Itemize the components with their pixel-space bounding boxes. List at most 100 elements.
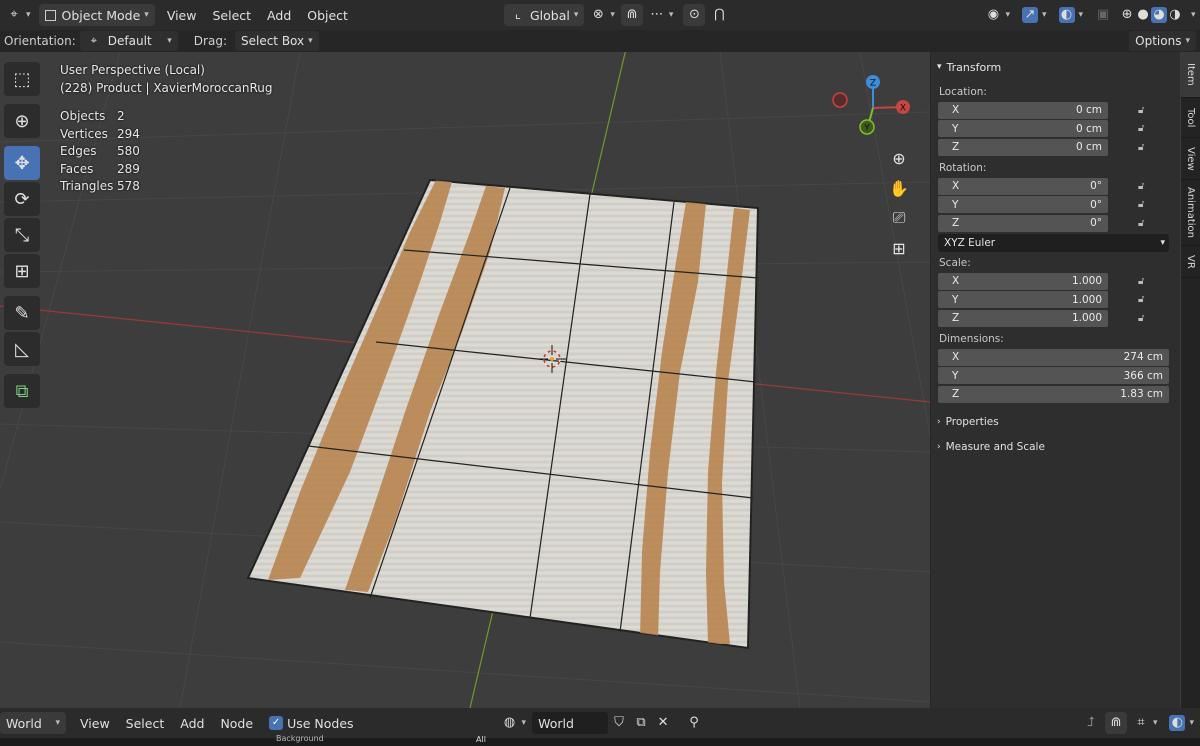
properties-section[interactable]: › Properties <box>931 411 1180 433</box>
scale-y-field[interactable]: Y 1.000 <box>938 291 1108 308</box>
transform-tool[interactable]: ⊞ <box>4 254 40 288</box>
proportional-edit-toggle[interactable]: ⊙ <box>683 4 706 26</box>
use-nodes-checkbox[interactable]: ✓ Use Nodes <box>263 712 359 734</box>
visibility-dropdown[interactable]: ◉ ▾ <box>979 4 1016 26</box>
sidebar-tabs: Item Tool View Animation VR <box>1181 52 1200 708</box>
snap-target-dropdown[interactable]: ⋯ ▾ <box>643 4 680 26</box>
header-bar: ⌖ ▾ Object Mode ▾ View Select Add Object … <box>0 0 1200 30</box>
xray-toggle[interactable]: ▣ <box>1089 4 1117 26</box>
shader-type-dropdown[interactable]: World ▾ <box>0 712 66 734</box>
node-editor-strip: Background All <box>0 734 1200 746</box>
dimensions-z-field[interactable]: Z 1.83 cm <box>938 385 1169 403</box>
tab-tool[interactable]: Tool <box>1181 98 1200 138</box>
menu-view[interactable]: View <box>74 712 116 734</box>
lock-icon[interactable]: 🔓︎ <box>1138 142 1152 153</box>
menu-view[interactable]: View <box>161 4 203 26</box>
shading-options-dropdown[interactable]: ▾ <box>1185 4 1198 26</box>
editor-type-button[interactable]: ⌖ ▾ <box>0 4 37 26</box>
shading-modes[interactable]: ⊕ ● ◕ ◑ <box>1117 4 1185 26</box>
world-name-field[interactable]: World <box>532 712 609 734</box>
lock-icon[interactable]: 🔓︎ <box>1138 313 1152 324</box>
falloff-dropdown[interactable]: ⋂ <box>705 4 733 26</box>
scale-tool[interactable]: ⤡ <box>4 218 40 252</box>
add-cube-tool[interactable]: ⧉ <box>4 374 40 408</box>
menu-node[interactable]: Node <box>214 712 259 734</box>
scale-x-field[interactable]: X 1.000 <box>938 272 1108 290</box>
transform-orientation-dropdown[interactable]: ⌞ Global ▾ <box>503 4 585 26</box>
annotate-tool[interactable]: ✎ <box>4 296 40 330</box>
wireframe-shading-icon[interactable]: ⊕ <box>1119 7 1135 23</box>
pan-hand-icon[interactable]: ✋ <box>885 174 913 202</box>
tab-vr[interactable]: VR <box>1181 246 1200 278</box>
cursor-tool[interactable]: ⊕ <box>4 104 40 138</box>
duplicate-button[interactable]: ⧉ <box>630 712 652 734</box>
chevron-down-icon: ▾ <box>521 718 527 728</box>
rotation-mode-dropdown[interactable]: XYZ Euler ▾ <box>938 234 1169 252</box>
orientation-dropdown[interactable]: ⌖ Default ▾ <box>79 31 178 51</box>
lock-icon[interactable]: 🔓︎ <box>1138 218 1152 229</box>
chevron-down-icon: ▾ <box>937 62 942 72</box>
chevron-right-icon: › <box>937 442 941 452</box>
transform-header[interactable]: ▾ Transform <box>931 56 1180 78</box>
lock-icon[interactable]: 🔓︎ <box>1138 294 1152 305</box>
snap-target-dropdown[interactable]: ⌗ ▾ <box>1127 712 1164 734</box>
gizmo-toggle[interactable]: ↗ ▾ <box>1016 4 1053 26</box>
material-shading-icon[interactable]: ◕ <box>1151 7 1168 23</box>
solid-shading-icon[interactable]: ● <box>1135 7 1151 23</box>
background-node-label: Background <box>276 734 324 743</box>
select-box-tool[interactable]: ⬚ <box>4 62 40 96</box>
tab-view[interactable]: View <box>1181 138 1200 180</box>
tab-animation[interactable]: Animation <box>1181 180 1200 246</box>
pivot-point-dropdown[interactable]: ⊗ ▾ <box>584 4 621 26</box>
options-dropdown[interactable]: Options ▾ <box>1129 31 1196 51</box>
overlays-toggle[interactable]: ◐ ▾ <box>1053 4 1090 26</box>
view-name: User Perspective (Local) <box>60 63 205 77</box>
location-z-field[interactable]: Z 0 cm <box>938 138 1108 156</box>
axis-label: X <box>952 180 960 192</box>
menu-select[interactable]: Select <box>206 4 257 26</box>
field-value: 1.000 <box>1071 275 1102 287</box>
lock-icon[interactable]: 🔓︎ <box>1138 276 1152 287</box>
menu-select[interactable]: Select <box>120 712 171 734</box>
zoom-icon[interactable]: ⊕ <box>885 144 913 172</box>
rotate-tool[interactable]: ⟳ <box>4 182 40 216</box>
rotation-z-field[interactable]: Z 0° <box>938 214 1108 232</box>
snap-toggle[interactable]: ⋒ <box>620 4 643 26</box>
dimensions-x-field[interactable]: X 274 cm <box>938 348 1169 366</box>
tab-item[interactable]: Item <box>1181 52 1200 98</box>
lock-icon[interactable]: 🔓︎ <box>1138 199 1152 210</box>
lock-icon[interactable]: 🔓︎ <box>1138 123 1152 134</box>
rotation-y-field[interactable]: Y 0° <box>938 196 1108 213</box>
perspective-grid-icon[interactable]: ⊞ <box>885 234 913 262</box>
location-x-field[interactable]: X 0 cm <box>938 101 1108 119</box>
field-value: 0 cm <box>1075 141 1102 153</box>
scale-label: Scale: <box>939 257 971 269</box>
measure-tool[interactable]: ◺ <box>4 332 40 366</box>
dimensions-y-field[interactable]: Y 366 cm <box>938 367 1169 384</box>
drag-dropdown[interactable]: Select Box ▾ <box>234 31 319 51</box>
location-y-row: Y 0 cm 🔓︎ <box>931 120 1180 138</box>
rotation-x-field[interactable]: X 0° <box>938 177 1108 195</box>
fake-user-button[interactable]: ⛉ <box>608 712 630 734</box>
stat-row-faces: Faces 289 <box>60 161 273 179</box>
lock-icon[interactable]: 🔓︎ <box>1138 105 1152 116</box>
menu-object[interactable]: Object <box>301 4 354 26</box>
location-y-field[interactable]: Y 0 cm <box>938 120 1108 137</box>
rendered-shading-icon[interactable]: ◑ <box>1167 7 1183 23</box>
unlink-button[interactable]: ✕ <box>652 712 674 734</box>
lock-icon[interactable]: 🔓︎ <box>1138 181 1152 192</box>
menu-add[interactable]: Add <box>261 4 297 26</box>
scale-z-field[interactable]: Z 1.000 <box>938 309 1108 327</box>
camera-view-icon[interactable]: ⎚ <box>885 204 913 232</box>
mode-dropdown[interactable]: Object Mode ▾ <box>38 4 155 26</box>
stat-row-triangles: Triangles 578 <box>60 178 273 196</box>
navigation-gizmo[interactable]: X Z Y <box>826 70 916 140</box>
parent-node-tree-button[interactable]: ⮥ <box>1077 712 1105 734</box>
pin-button[interactable]: ⚲ <box>680 712 708 734</box>
snap-toggle[interactable]: ⋒ <box>1104 712 1127 734</box>
menu-add[interactable]: Add <box>174 712 210 734</box>
world-browse-dropdown[interactable]: ◍ ▾ <box>496 712 533 734</box>
move-tool[interactable]: ✥ <box>4 146 40 180</box>
overlays-toggle[interactable]: ◐ ▾ <box>1163 712 1200 734</box>
measure-section[interactable]: › Measure and Scale <box>931 436 1180 458</box>
